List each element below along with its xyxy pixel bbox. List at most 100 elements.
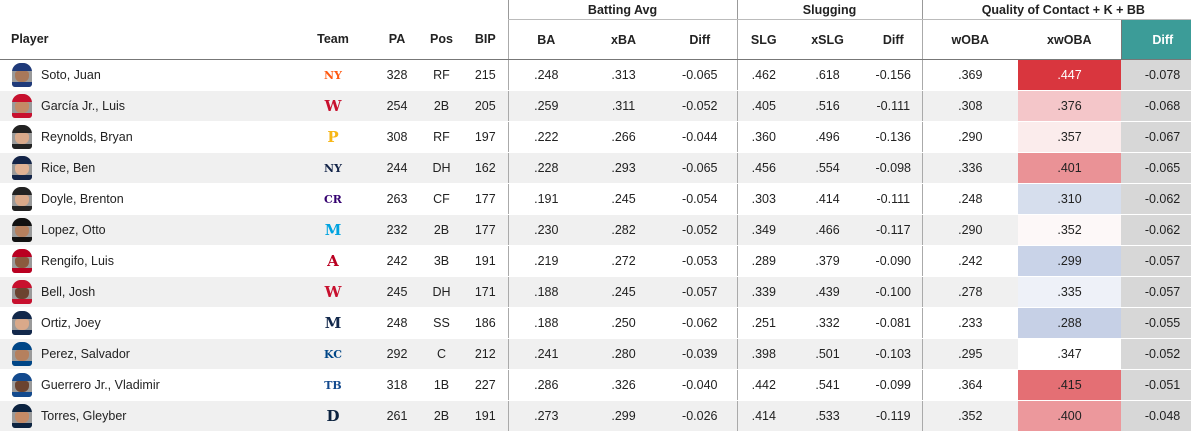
player-name-link[interactable]: Bell, Josh <box>41 285 95 299</box>
table-row[interactable]: Bell, Josh W 245 DH 171 .188 .245 -0.057… <box>0 276 1191 308</box>
xwoba-cell: .401 <box>1018 152 1122 184</box>
slg-cell: .303 <box>736 183 791 215</box>
xslg-cell: .618 <box>790 59 866 91</box>
xwoba-cell: .335 <box>1018 276 1122 308</box>
table-row[interactable]: Reynolds, Bryan P 308 RF 197 .222 .266 -… <box>0 121 1191 153</box>
player-name-link[interactable]: Guerrero Jr., Vladimir <box>41 378 160 392</box>
xwoba-cell: .288 <box>1018 307 1122 339</box>
woba-diff-cell: -0.057 <box>1121 276 1191 308</box>
player-name-link[interactable]: Ortiz, Joey <box>41 316 101 330</box>
bip-cell: 215 <box>463 59 509 91</box>
xba-cell: .245 <box>584 276 664 308</box>
player-name-link[interactable]: Rice, Ben <box>41 161 95 175</box>
table-row[interactable]: Doyle, Brenton CR 263 CF 177 .191 .245 -… <box>0 183 1191 215</box>
table-row[interactable]: Torres, Gleyber D 261 2B 191 .273 .299 -… <box>0 400 1191 432</box>
col-header-woba[interactable]: wOBA <box>921 19 1019 60</box>
ba-cell: .286 <box>507 369 585 401</box>
xba-cell: .299 <box>584 400 664 432</box>
xwoba-cell: .357 <box>1018 121 1122 153</box>
woba-cell: .278 <box>921 276 1019 308</box>
xba-cell: .266 <box>584 121 664 153</box>
slg-diff-cell: -0.099 <box>865 369 923 401</box>
player-cell: Guerrero Jr., Vladimir <box>0 369 292 401</box>
col-header-bip[interactable]: BIP <box>463 19 509 60</box>
nationals-logo: W <box>324 97 342 115</box>
table-row[interactable]: Soto, Juan NY 328 RF 215 .248 .313 -0.06… <box>0 59 1191 91</box>
col-header-woba-diff-sorted[interactable]: Diff <box>1120 19 1191 60</box>
bip-cell: 191 <box>463 400 509 432</box>
player-name-link[interactable]: Lopez, Otto <box>41 223 106 237</box>
team-cell: M <box>292 214 374 246</box>
pa-cell: 248 <box>374 307 420 339</box>
player-cell: Lopez, Otto <box>0 214 292 246</box>
xslg-cell: .541 <box>790 369 866 401</box>
slg-diff-cell: -0.119 <box>865 400 923 432</box>
col-header-xwoba[interactable]: xwOBA <box>1018 19 1122 60</box>
player-name-link[interactable]: Reynolds, Bryan <box>41 130 133 144</box>
bip-cell: 191 <box>463 245 509 277</box>
player-headshot-icon <box>12 156 32 180</box>
col-header-slg[interactable]: SLG <box>736 19 791 60</box>
bip-cell: 177 <box>463 214 509 246</box>
woba-cell: .336 <box>921 152 1019 184</box>
col-header-player[interactable]: Player <box>0 19 292 60</box>
blue-jays-logo: TB <box>324 378 342 392</box>
col-header-ba[interactable]: BA <box>507 19 585 60</box>
pa-cell: 318 <box>374 369 420 401</box>
woba-cell: .242 <box>921 245 1019 277</box>
pos-cell: DH <box>420 276 463 308</box>
player-headshot-icon <box>12 125 32 149</box>
col-header-pos[interactable]: Pos <box>420 19 463 60</box>
player-headshot-icon <box>12 187 32 211</box>
xslg-cell: .516 <box>790 90 866 122</box>
ba-cell: .230 <box>507 214 585 246</box>
player-name-link[interactable]: Torres, Gleyber <box>41 409 126 423</box>
table-row[interactable]: Lopez, Otto M 232 2B 177 .230 .282 -0.05… <box>0 214 1191 246</box>
player-name-link[interactable]: Soto, Juan <box>41 68 101 82</box>
xslg-cell: .554 <box>790 152 866 184</box>
slg-diff-cell: -0.136 <box>865 121 923 153</box>
col-header-pa[interactable]: PA <box>374 19 420 60</box>
player-headshot-icon <box>12 311 32 335</box>
player-headshot-icon <box>12 404 32 428</box>
player-cell: Reynolds, Bryan <box>0 121 292 153</box>
table-row[interactable]: Guerrero Jr., Vladimir TB 318 1B 227 .28… <box>0 369 1191 401</box>
bip-cell: 212 <box>463 338 509 370</box>
col-header-slg-diff[interactable]: Diff <box>865 19 923 60</box>
table-row[interactable]: García Jr., Luis W 254 2B 205 .259 .311 … <box>0 90 1191 122</box>
slg-diff-cell: -0.098 <box>865 152 923 184</box>
royals-logo: KC <box>323 347 343 361</box>
col-header-xslg[interactable]: xSLG <box>790 19 866 60</box>
pos-cell: C <box>420 338 463 370</box>
player-cell: Ortiz, Joey <box>0 307 292 339</box>
team-cell: M <box>292 307 374 339</box>
player-name-link[interactable]: Perez, Salvador <box>41 347 130 361</box>
pa-cell: 242 <box>374 245 420 277</box>
col-header-ba-diff[interactable]: Diff <box>663 19 738 60</box>
ba-diff-cell: -0.040 <box>663 369 738 401</box>
player-cell: García Jr., Luis <box>0 90 292 122</box>
xba-cell: .326 <box>584 369 664 401</box>
woba-cell: .248 <box>921 183 1019 215</box>
xwoba-cell: .447 <box>1018 59 1122 91</box>
player-name-link[interactable]: Rengifo, Luis <box>41 254 114 268</box>
team-cell: NY <box>292 152 374 184</box>
table-row[interactable]: Perez, Salvador KC 292 C 212 .241 .280 -… <box>0 338 1191 370</box>
nationals-logo: W <box>324 283 342 301</box>
player-name-link[interactable]: Doyle, Brenton <box>41 192 124 206</box>
ba-diff-cell: -0.026 <box>663 400 738 432</box>
table-row[interactable]: Rice, Ben NY 244 DH 162 .228 .293 -0.065… <box>0 152 1191 184</box>
player-name-link[interactable]: García Jr., Luis <box>41 99 125 113</box>
col-header-team[interactable]: Team <box>292 19 374 60</box>
player-cell: Perez, Salvador <box>0 338 292 370</box>
player-headshot-icon <box>12 342 32 366</box>
woba-diff-cell: -0.067 <box>1121 121 1191 153</box>
col-header-xba[interactable]: xBA <box>584 19 664 60</box>
ba-cell: .228 <box>507 152 585 184</box>
table-row[interactable]: Rengifo, Luis A 242 3B 191 .219 .272 -0.… <box>0 245 1191 277</box>
xwoba-cell: .310 <box>1018 183 1122 215</box>
xba-cell: .250 <box>584 307 664 339</box>
table-row[interactable]: Ortiz, Joey M 248 SS 186 .188 .250 -0.06… <box>0 307 1191 339</box>
player-cell: Rengifo, Luis <box>0 245 292 277</box>
team-cell: D <box>292 400 374 432</box>
